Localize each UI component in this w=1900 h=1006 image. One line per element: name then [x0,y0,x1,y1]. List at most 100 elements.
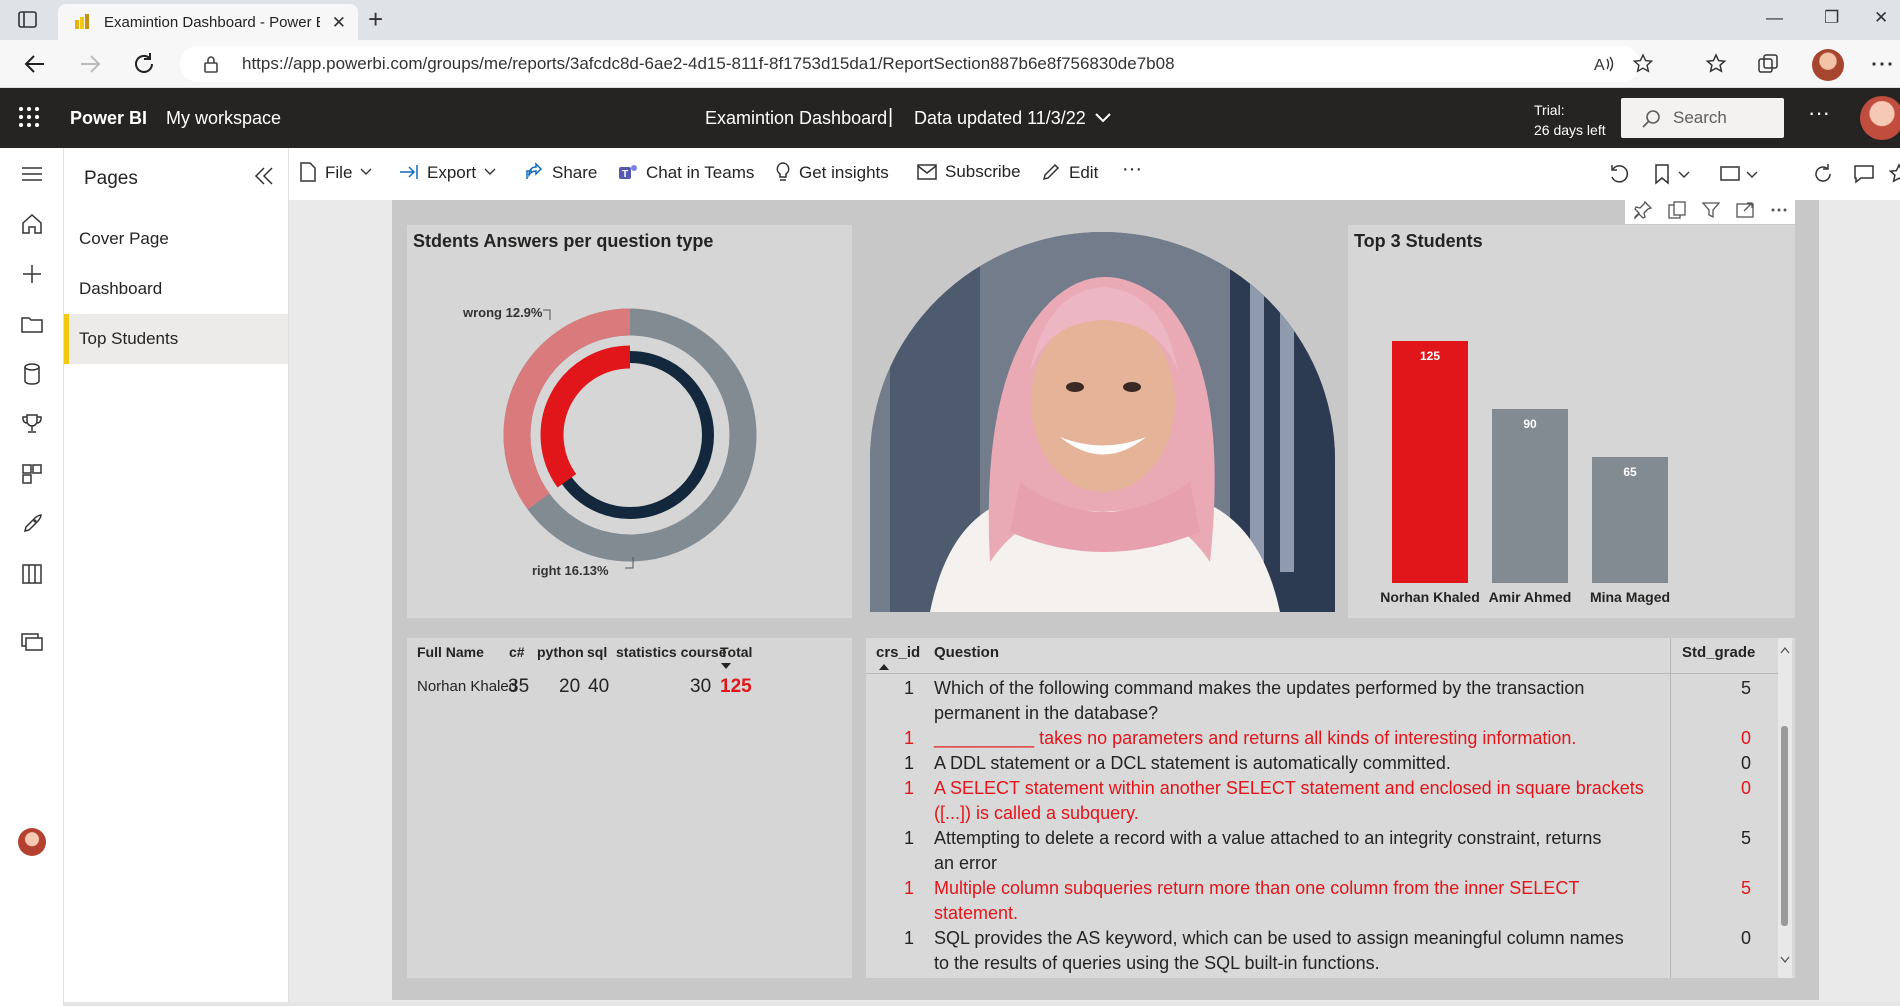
questions-table[interactable]: crs_id Question Std_grade 1 Which of the … [866,638,1795,978]
url-text[interactable]: https://app.powerbi.com/groups/me/report… [242,54,1175,74]
bookmark-menu[interactable] [1651,162,1701,186]
more-actions-icon[interactable]: ··· [1122,158,1142,182]
donut-wrong-label: wrong 12.9% [463,305,543,320]
powerbi-brand[interactable]: Power BI [70,108,147,129]
refresh-icon[interactable] [129,49,159,79]
hamburger-menu-icon[interactable] [20,162,44,186]
account-avatar[interactable] [1860,96,1900,140]
answers-donut-chart[interactable]: Stdents Answers per question type wrong … [407,225,852,618]
cell-std-grade: 5 [1740,878,1751,898]
col-header-crs-id[interactable]: crs_id [876,644,920,661]
collections-icon[interactable] [1756,52,1780,76]
get-insights-button[interactable]: Get insights [775,162,889,186]
workspace-link[interactable]: My workspace [166,108,281,129]
filter-icon[interactable] [1701,200,1721,220]
question-line-1: Which of the following command makes the… [934,678,1585,698]
scroll-thumb[interactable] [1781,726,1788,926]
forward-icon[interactable] [75,49,105,79]
export-menu[interactable]: Export [399,162,504,186]
col-header-statistics[interactable]: statistics course [616,644,727,660]
collapse-pane-icon[interactable] [252,164,276,188]
table-row[interactable]: 1 __________ takes no parameters and retu… [866,726,1766,751]
browser-more-icon[interactable] [1870,52,1894,76]
search-input[interactable]: Search [1621,98,1784,138]
subscribe-button[interactable]: Subscribe [917,162,1021,186]
data-updated-label[interactable]: Data updated 11/3/22 [914,108,1086,129]
my-workspace-icon[interactable] [20,630,44,654]
col-header-std-grade[interactable]: Std_grade [1682,644,1755,661]
question-line-1: SQL provides the AS keyword, which can b… [934,928,1624,948]
reset-icon[interactable] [1607,162,1631,186]
profile-avatar[interactable] [1812,49,1844,81]
copy-visual-icon[interactable] [1667,200,1687,220]
comments-icon[interactable] [1852,162,1876,186]
address-bar[interactable]: https://app.powerbi.com/groups/me/report… [180,46,1654,82]
minimize-icon[interactable]: — [1766,8,1783,28]
visual-more-options-icon[interactable] [1769,200,1789,220]
header-more-icon[interactable]: ··· [1808,100,1830,126]
home-icon[interactable] [20,212,44,236]
page-item-cover-page[interactable]: Cover Page [64,214,288,264]
grades-table[interactable]: Full Name c# python sql statistics cours… [407,638,852,978]
svg-text:T: T [622,169,628,180]
top-students-bar-chart[interactable]: Top 3 Students 125 Norhan Khaled 90 Amir Ah… [1348,225,1795,618]
add-favorite-icon[interactable] [1632,53,1656,75]
bar-0[interactable] [1392,341,1468,583]
table-scrollbar[interactable] [1778,638,1792,978]
table-row[interactable]: 1 Attempting to delete a record with a va… [866,826,1766,876]
create-icon[interactable] [20,262,44,286]
cell-statistics: 30 [690,676,712,697]
col-header-sql[interactable]: sql [587,644,607,660]
tab-close-icon[interactable]: ✕ [332,13,346,33]
view-menu[interactable] [1719,162,1769,186]
apps-icon[interactable] [20,462,44,486]
restore-icon[interactable]: ❐ [1824,8,1839,28]
bar-1[interactable] [1492,408,1568,583]
chat-in-teams-button[interactable]: T Chat in Teams [618,162,754,186]
table-row[interactable]: 1 A DDL statement or a DCL statement is a… [866,751,1766,776]
scroll-up-icon[interactable] [1780,646,1790,654]
question-line-1: __________ takes no parameters and retur… [934,728,1577,748]
col-header-total[interactable]: Total [720,644,752,660]
chevron-down-icon[interactable] [1094,112,1112,124]
page-item-dashboard[interactable]: Dashboard [64,264,288,314]
page-item-top-students[interactable]: Top Students [64,314,288,364]
tab-actions-icon[interactable] [16,9,40,31]
goals-trophy-icon[interactable] [20,412,44,436]
table-row[interactable]: 1 Which of the following command makes th… [866,676,1766,726]
tab-title: Examintion Dashboard - Power BI [104,14,320,31]
learn-rocket-icon[interactable] [20,512,44,536]
share-button[interactable]: Share [524,162,597,186]
favorites-icon[interactable] [1704,52,1728,76]
table-row[interactable]: 1 Multiple column subqueries return more … [866,876,1766,926]
col-header-full-name[interactable]: Full Name [417,644,484,660]
mail-icon [917,164,937,180]
file-menu[interactable]: File [299,162,380,186]
table-row[interactable]: 1 SQL provides the AS keyword, which can … [866,926,1766,976]
edit-button[interactable]: Edit [1041,162,1098,186]
sort-asc-icon[interactable] [878,663,890,671]
workspaces-book-icon[interactable] [20,562,44,586]
cell-full-name: Norhan Khaled [417,678,518,695]
refresh-visuals-icon[interactable] [1811,162,1835,186]
focus-mode-icon[interactable] [1735,200,1755,220]
new-tab-icon[interactable]: + [368,6,383,32]
scroll-down-icon[interactable] [1780,956,1790,964]
read-aloud-icon[interactable]: A [1592,53,1616,75]
pin-icon[interactable] [1633,200,1653,220]
search-placeholder: Search [1673,108,1727,127]
data-hub-icon[interactable] [20,362,44,386]
browse-folder-icon[interactable] [20,312,44,336]
lock-icon[interactable] [202,55,220,73]
rail-user-avatar[interactable] [18,828,46,856]
col-header-python[interactable]: python [537,644,584,660]
active-tab[interactable]: Examintion Dashboard - Power BI ✕ [58,4,358,40]
app-launcher-icon[interactable] [18,106,40,128]
table-row[interactable]: 1 A SELECT statement within another SELEC… [866,776,1766,826]
close-window-icon[interactable]: ✕ [1874,8,1888,28]
back-icon[interactable] [20,49,50,79]
col-header-csharp[interactable]: c# [509,644,525,660]
sort-desc-icon[interactable] [720,662,732,670]
col-header-question[interactable]: Question [934,644,999,661]
favorite-star-icon[interactable] [1887,162,1900,186]
